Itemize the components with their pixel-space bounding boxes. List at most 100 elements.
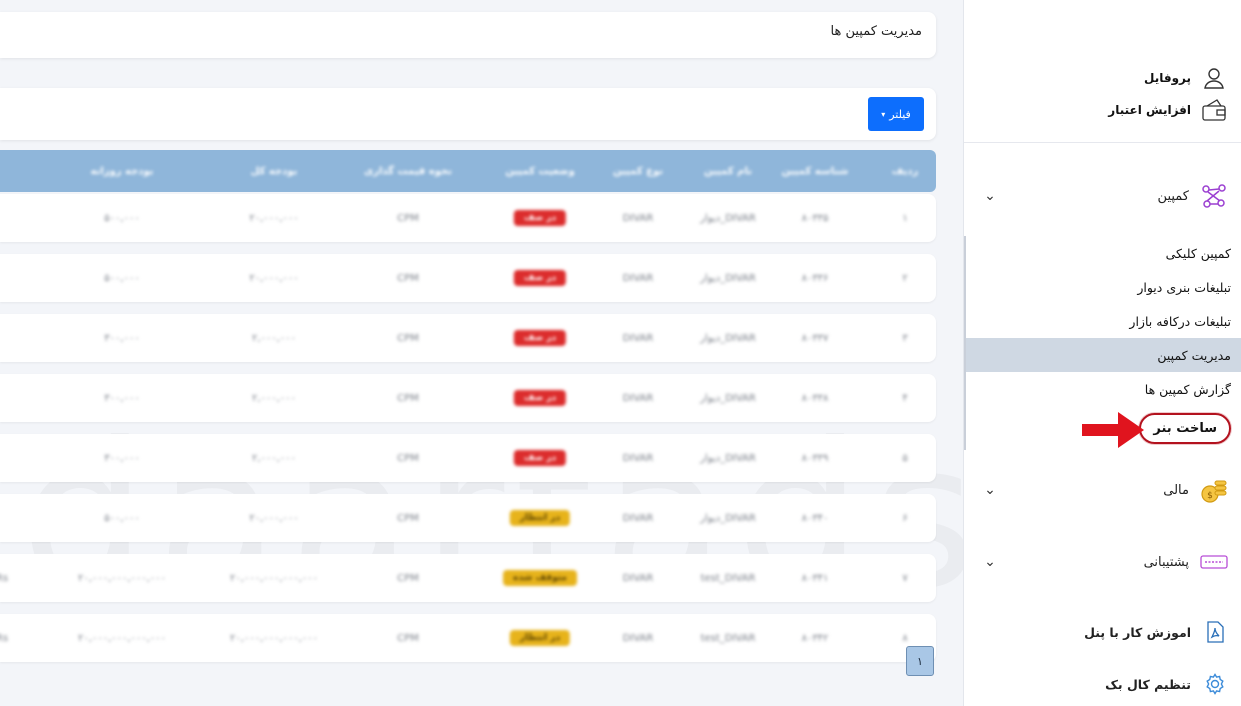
- column-header: وضعیت کمپین: [505, 165, 575, 177]
- sidebar-item-divar-banner[interactable]: تبلیغات بنری دیوار: [966, 270, 1241, 304]
- sidebar-item-cafebazaar-ads[interactable]: تبلیغات درکافه بازار: [966, 304, 1241, 338]
- table-cell: DIVAR: [622, 392, 654, 404]
- sidebar-item-label: تبلیغات درکافه بازار: [1129, 313, 1231, 329]
- table-row[interactable]: ۵ ۸۰۳۳۹ دیوار_DIVAR DIVAR در صف CPM ۲,۰۰۰,۰۰۰ ۳…: [0, 434, 936, 482]
- table-cell: ۲۰,۰۰۰,۰۰۰,۰۰۰,۰۰۰: [230, 632, 318, 644]
- column-header: بودجه کل: [250, 165, 298, 177]
- filter-button[interactable]: فیلتر ▾: [868, 97, 924, 131]
- sidebar-group-finance[interactable]: $ مالی ⌄: [964, 470, 1241, 510]
- table-row[interactable]: ۴ ۸۰۳۳۸ دیوار_DIVAR DIVAR در صف CPM ۲,۰۰۰,۰۰۰ ۳…: [0, 374, 936, 422]
- campaign-table: ردیف شناسه کمپین نام کمپین نوع کمپین وضعیت ک…: [0, 150, 936, 662]
- table-cell: CPM: [397, 572, 419, 584]
- table-cell: DIVAR: [622, 332, 654, 344]
- table-row[interactable]: ۸ ۸۰۳۴۲ test_DIVAR DIVAR در انتظار CPM ۲۰,۰۰۰,…: [0, 614, 936, 662]
- sidebar-item-panel-tutorial[interactable]: اموزش کار با پنل: [964, 616, 1241, 648]
- pagination-page-1[interactable]: ۱: [906, 646, 934, 676]
- wallet-icon: [1201, 97, 1227, 123]
- table-cell: Rs: [0, 632, 9, 644]
- table-cell: دیوار_DIVAR: [700, 392, 756, 404]
- page-title-card: مدیریت کمپین ها: [0, 12, 936, 58]
- table-cell: دیوار_DIVAR: [700, 512, 756, 524]
- svg-text:$: $: [1207, 491, 1213, 501]
- arrow-right-icon: [1082, 412, 1144, 448]
- table-cell: ۳: [902, 332, 908, 344]
- table-cell: CPM: [397, 452, 419, 464]
- table-cell: CPM: [397, 332, 419, 344]
- table-cell: ۲۰,۰۰۰,۰۰۰: [249, 212, 299, 224]
- table-cell: دیوار_DIVAR: [700, 452, 756, 464]
- pdf-icon: [1203, 620, 1227, 644]
- table-cell: DIVAR: [622, 572, 654, 584]
- table-cell: ۸۰۳۳۶: [801, 272, 829, 284]
- status-badge-label: متوقف شده: [503, 570, 577, 586]
- table-cell: DIVAR: [622, 212, 654, 224]
- page-title: مدیریت کمپین ها: [830, 24, 923, 39]
- status-badge: در صف: [513, 374, 567, 422]
- table-cell: ۴: [902, 392, 908, 404]
- table-cell: ۲: [902, 272, 908, 284]
- sidebar-divider: [964, 142, 1241, 143]
- status-badge: در انتظار: [509, 494, 571, 542]
- column-header: نوع کمپین: [612, 165, 664, 177]
- user-icon: [1201, 65, 1227, 91]
- table-cell: دیوار_DIVAR: [700, 272, 756, 284]
- table-cell: ۸۰۳۳۷: [801, 332, 829, 344]
- table-cell: ۸۰۳۴۲: [801, 632, 829, 644]
- status-badge-label: در صف: [513, 210, 567, 226]
- status-badge: متوقف شده: [503, 554, 577, 602]
- table-cell: CPM: [397, 512, 419, 524]
- table-cell: ۳۰۰,۰۰۰: [104, 392, 140, 404]
- table-cell: ۲۰,۰۰۰,۰۰۰,۰۰۰,۰۰۰: [78, 632, 166, 644]
- status-badge-label: در انتظار: [509, 510, 571, 526]
- table-cell: ۲,۰۰۰,۰۰۰: [252, 332, 296, 344]
- table-header: ردیف شناسه کمپین نام کمپین نوع کمپین وضعیت ک…: [0, 150, 936, 192]
- table-cell: DIVAR: [622, 512, 654, 524]
- sidebar-item-label: کمپین کلیکی: [1165, 245, 1231, 261]
- sidebar-item-manage-campaign[interactable]: مدیریت کمپین: [966, 338, 1241, 372]
- table-row[interactable]: ۱ ۸۰۳۳۵ دیوار_DIVAR DIVAR در صف CPM ۲۰,۰۰۰,۰۰۰…: [0, 194, 936, 242]
- table-cell: ۲۰,۰۰۰,۰۰۰: [249, 272, 299, 284]
- column-header: ردیف: [891, 165, 919, 177]
- filter-bar: فیلتر ▾: [0, 88, 936, 140]
- table-cell: test_DIVAR: [700, 632, 756, 644]
- table-cell: DIVAR: [622, 272, 654, 284]
- sidebar-item-profile[interactable]: پروفایل: [978, 62, 1227, 94]
- sidebar-item-label: تبلیغات بنری دیوار: [1137, 279, 1231, 295]
- status-badge: در صف: [513, 194, 567, 242]
- sidebar-item-click-campaign[interactable]: کمپین کلیکی: [966, 236, 1241, 270]
- sidebar-group-label: مالی: [1163, 482, 1189, 498]
- column-header: بودجه روزانه: [90, 165, 154, 177]
- table-row[interactable]: ۶ ۸۰۳۴۰ دیوار_DIVAR DIVAR در انتظار CPM ۲۰,۰۰۰…: [0, 494, 936, 542]
- sidebar-group-campaign[interactable]: کمپین ⌄: [964, 176, 1241, 216]
- table-cell: ۸۰۳۳۸: [801, 392, 829, 404]
- campaign-icon: [1199, 181, 1229, 211]
- table-cell: ۵۰۰,۰۰۰: [104, 272, 140, 284]
- table-cell: CPM: [397, 632, 419, 644]
- sidebar-item-callback-settings[interactable]: تنظیم کال بک: [964, 668, 1241, 700]
- table-row[interactable]: ۲ ۸۰۳۳۶ دیوار_DIVAR DIVAR در صف CPM ۲۰,۰۰۰,۰۰۰…: [0, 254, 936, 302]
- table-cell: ۲,۰۰۰,۰۰۰: [252, 452, 296, 464]
- status-badge-label: در انتظار: [509, 630, 571, 646]
- table-row[interactable]: ۳ ۸۰۳۳۷ دیوار_DIVAR DIVAR در صف CPM ۲,۰۰۰,۰۰۰ ۳…: [0, 314, 936, 362]
- sidebar-item-campaign-reports[interactable]: گزارش کمپین ها: [966, 372, 1241, 406]
- column-header: شناسه کمپین: [781, 165, 849, 177]
- chevron-down-icon: ⌄: [984, 554, 996, 570]
- table-cell: ۲۰,۰۰۰,۰۰۰,۰۰۰,۰۰۰: [230, 572, 318, 584]
- table-row[interactable]: ۷ ۸۰۳۴۱ test_DIVAR DIVAR متوقف شده CPM ۲۰,۰۰۰,…: [0, 554, 936, 602]
- table-cell: CPM: [397, 272, 419, 284]
- table-cell: ۸۰۳۴۰: [801, 512, 829, 524]
- sidebar-group-support[interactable]: پشتیبانی ⌄: [964, 542, 1241, 582]
- sidebar-item-label: تنظیم کال بک: [1105, 676, 1191, 692]
- status-badge: در انتظار: [509, 614, 571, 662]
- table-cell: test_DIVAR: [700, 572, 756, 584]
- sidebar-item-add-credit[interactable]: افزایش اعتبار: [978, 94, 1227, 126]
- table-cell: ۸۰۳۳۹: [801, 452, 829, 464]
- table-cell: ۱: [902, 212, 908, 224]
- table-cell: CPM: [397, 212, 419, 224]
- status-badge-label: در صف: [513, 450, 567, 466]
- column-header: نحوه قیمت گذاری: [364, 165, 452, 177]
- table-cell: ۵: [902, 452, 908, 464]
- sidebar-item-label: افزایش اعتبار: [1108, 103, 1191, 117]
- sidebar: پروفایل افزایش اعتبار کمپین ⌄ کمپین کلیک…: [963, 0, 1241, 706]
- table-cell: DIVAR: [622, 452, 654, 464]
